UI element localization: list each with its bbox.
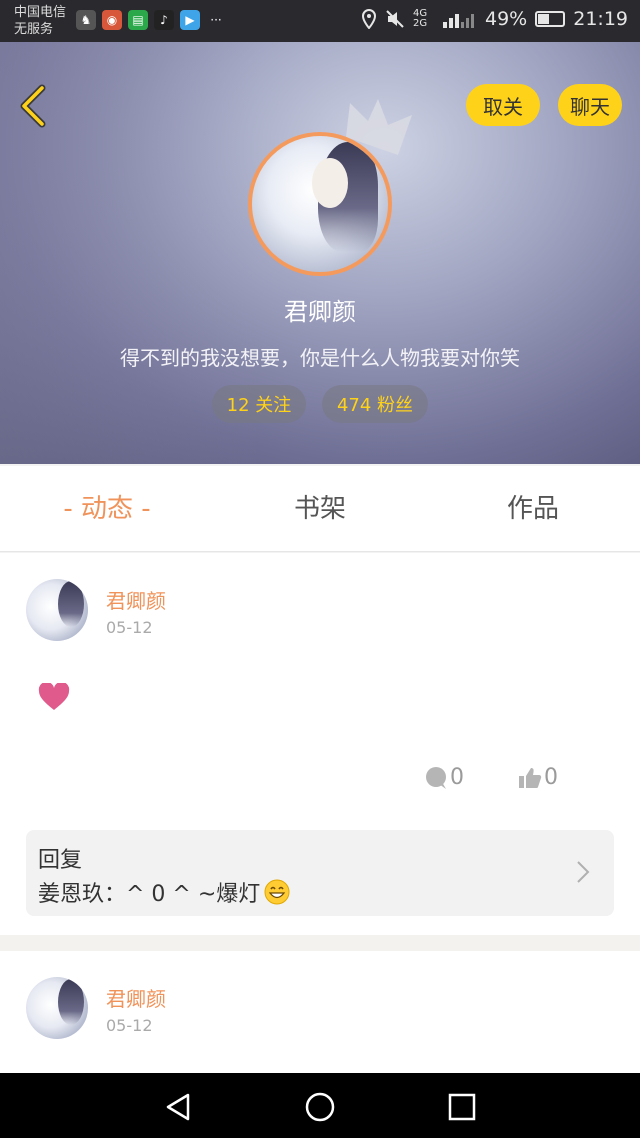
profile-avatar[interactable]: [248, 132, 392, 276]
app-notification-icon: ♞: [76, 10, 96, 30]
battery-icon: [535, 11, 566, 27]
profile-header: 取关 聊天 君卿颜 得不到的我没想要，你是什么人物我要对你笑 12 关注 474…: [0, 42, 640, 464]
back-icon[interactable]: [14, 82, 54, 130]
circle-home-icon: [305, 1092, 335, 1122]
profile-username: 君卿颜: [284, 298, 356, 326]
reply-preview[interactable]: 回复 姜恩玖：^ 0 ^ ~爆灯: [26, 830, 614, 916]
network-type: 4G 2G: [413, 8, 428, 29]
post-author-name[interactable]: 君卿颜: [106, 585, 166, 614]
triangle-back-icon: [166, 1093, 190, 1121]
thumbs-up-icon: [519, 767, 542, 788]
carrier-service: 无服务: [14, 22, 54, 37]
comment-count: 0: [450, 765, 464, 790]
tab-bookshelf[interactable]: 书架: [214, 466, 426, 552]
post-date: 05-12: [106, 1016, 153, 1035]
chevron-right-icon: [577, 861, 590, 883]
clock: 21:19: [573, 8, 628, 30]
post-date: 05-12: [106, 618, 153, 637]
mute-icon: [386, 10, 404, 28]
signal-icon: [443, 14, 474, 28]
location-icon: [361, 9, 377, 29]
square-recents-icon: [448, 1093, 476, 1121]
following-count-button[interactable]: 12 关注: [212, 385, 306, 423]
feed: 君卿颜 05-12 0 0 回复 姜恩玖：^ 0 ^ ~爆灯 君卿颜 05-12: [0, 553, 640, 1073]
tab-works[interactable]: 作品: [426, 466, 640, 552]
system-nav-bar: [0, 1073, 640, 1138]
post-author-avatar[interactable]: [26, 579, 88, 641]
comment-button[interactable]: 0: [424, 765, 464, 790]
comment-icon: [426, 766, 446, 789]
status-bar: 中国电信 无服务 ♞ ◉ ▤ ♪ ▶ ··· 4G 2G 49% 21:19: [0, 0, 640, 42]
chat-button[interactable]: 聊天: [558, 84, 622, 126]
reply-text: 姜恩玖：^ 0 ^ ~爆灯: [38, 882, 261, 907]
battery-percent: 49%: [485, 8, 528, 30]
carrier-name: 中国电信: [14, 5, 67, 20]
weibo-icon: ◉: [102, 10, 122, 30]
followers-count-button[interactable]: 474 粉丝: [322, 385, 428, 423]
nav-recents-button[interactable]: [442, 1087, 482, 1127]
unfollow-button[interactable]: 取关: [466, 84, 540, 126]
carrier: 中国电信 无服务: [14, 4, 66, 38]
status-right: 4G 2G 49% 21:19: [361, 8, 628, 30]
video-app-icon: ▶: [180, 10, 200, 30]
reply-title: 回复: [38, 848, 83, 873]
like-button[interactable]: 0: [518, 765, 558, 790]
iqiyi-icon: ▤: [128, 10, 148, 30]
post-divider: [0, 935, 640, 951]
post-author-name[interactable]: 君卿颜: [106, 983, 166, 1012]
tab-feed[interactable]: - 动态 -: [0, 466, 214, 552]
reply-text-row: 姜恩玖：^ 0 ^ ~爆灯: [38, 876, 290, 908]
notification-icons: ♞ ◉ ▤ ♪ ▶ ···: [76, 10, 226, 30]
like-count: 0: [544, 765, 558, 790]
heart-icon: [38, 683, 70, 710]
nav-back-button[interactable]: [158, 1087, 198, 1127]
profile-tabs: - 动态 - 书架 作品: [0, 466, 640, 552]
profile-bio: 得不到的我没想要，你是什么人物我要对你笑: [120, 346, 520, 370]
tiktok-icon: ♪: [154, 10, 174, 30]
post-author-avatar[interactable]: [26, 977, 88, 1039]
more-notifications-icon: ···: [210, 13, 222, 27]
grin-emoji-icon: [264, 879, 290, 905]
nav-home-button[interactable]: [300, 1087, 340, 1127]
